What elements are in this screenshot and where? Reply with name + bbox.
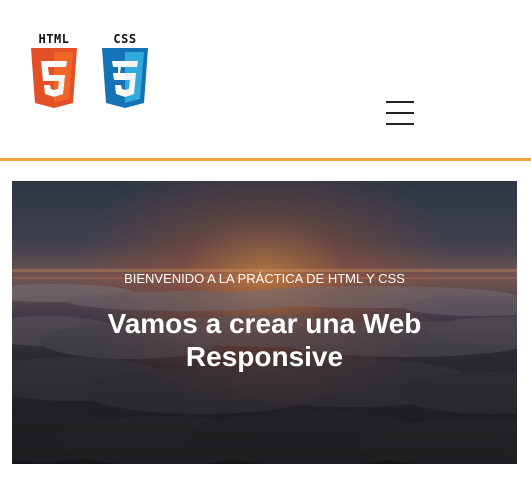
hero-title-line-1: Vamos a crear una Web bbox=[107, 308, 422, 339]
hamburger-menu-icon-line-top bbox=[386, 101, 414, 103]
menu-button[interactable] bbox=[383, 97, 417, 129]
html-logo-label: HTML bbox=[38, 32, 70, 46]
hero-title-line-2: Responsive bbox=[185, 341, 344, 372]
hamburger-menu-icon-line-middle bbox=[386, 112, 414, 114]
hero-banner: BIENVENIDO A LA PRÁCTICA DE HTML Y CSS V… bbox=[12, 181, 517, 464]
site-header: HTML 5 CSS 3 bbox=[0, 0, 531, 158]
header-divider bbox=[0, 158, 531, 161]
page: HTML 5 CSS 3 bbox=[0, 0, 531, 493]
css3-logo: CSS 3 bbox=[97, 32, 153, 108]
hero-content: BIENVENIDO A LA PRÁCTICA DE HTML Y CSS V… bbox=[12, 181, 517, 464]
css-logo-label: CSS bbox=[113, 32, 137, 46]
html5-icon bbox=[31, 48, 77, 108]
hero-title: Vamos a crear una Web Responsive bbox=[12, 307, 517, 373]
css3-icon bbox=[102, 48, 148, 108]
hero-kicker: BIENVENIDO A LA PRÁCTICA DE HTML Y CSS bbox=[124, 271, 405, 286]
hamburger-menu-icon-line-bottom bbox=[386, 123, 414, 125]
html5-logo: HTML 5 bbox=[26, 32, 82, 108]
